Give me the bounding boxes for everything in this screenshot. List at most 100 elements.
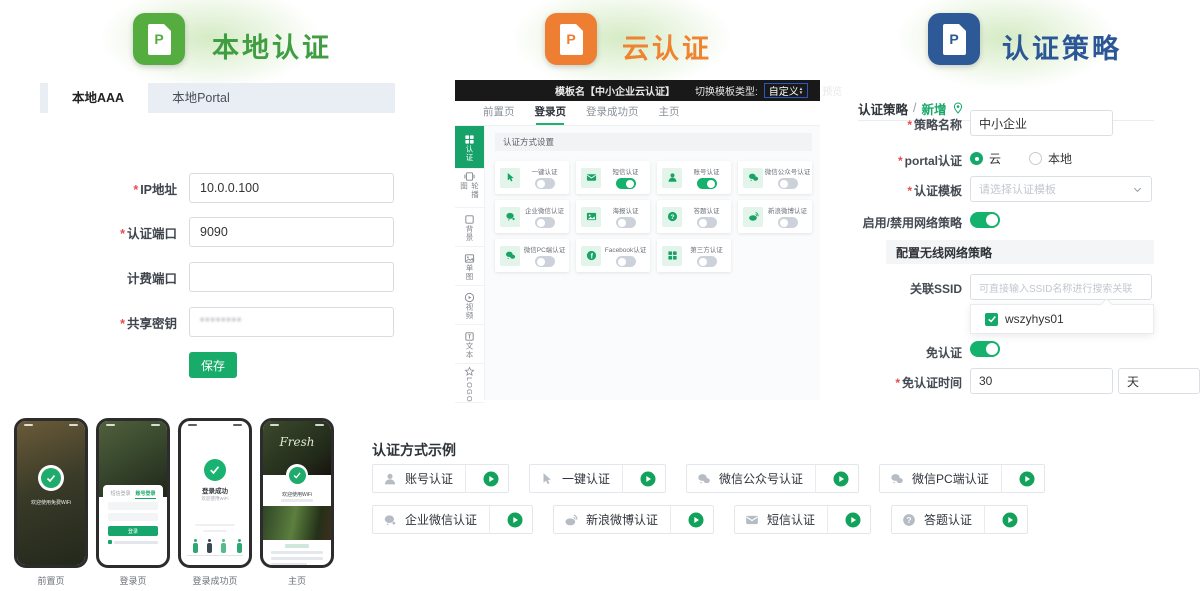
- save-button[interactable]: 保存: [189, 352, 237, 378]
- toggle-Facebook认证[interactable]: [616, 256, 636, 267]
- play-icon[interactable]: [688, 512, 704, 528]
- free-auth-toggle[interactable]: [970, 341, 1000, 357]
- imgcard-icon: [581, 207, 601, 227]
- auth-card-海报认证: 海报认证: [576, 200, 650, 233]
- question-icon: ?: [902, 513, 916, 527]
- toggle-账号认证[interactable]: [697, 178, 717, 189]
- auth-method-section-title: 认证方式设置: [495, 133, 812, 151]
- toggle-海报认证[interactable]: [616, 217, 636, 228]
- free-auth-time-input[interactable]: 30: [970, 368, 1113, 394]
- preview-button[interactable]: 预览: [822, 83, 842, 98]
- sms-icon: [581, 168, 601, 188]
- field-input-认证端口[interactable]: 9090: [189, 217, 394, 247]
- sidebar-item-label: 轮播图: [459, 182, 481, 207]
- sidebar-item-认证[interactable]: 认证: [455, 126, 484, 169]
- local-tab-本地AAA[interactable]: 本地AAA: [48, 83, 148, 113]
- sidebar-item-背景[interactable]: 背景: [455, 208, 484, 247]
- wechat-icon: [743, 168, 763, 188]
- example-button-账号认证[interactable]: 账号认证: [372, 464, 509, 493]
- examples-title: 认证方式示例: [372, 440, 456, 460]
- divider: [827, 506, 828, 534]
- sidebar-item-文本[interactable]: T文本: [455, 325, 484, 364]
- ssid-option[interactable]: wszyhys01: [1005, 312, 1064, 326]
- local-tab-本地Portal[interactable]: 本地Portal: [148, 83, 254, 113]
- example-button-微信公众号认证[interactable]: 微信公众号认证: [686, 464, 859, 493]
- field-input-计费端口[interactable]: [189, 262, 394, 292]
- example-button-微信PC端认证[interactable]: 微信PC端认证: [879, 464, 1045, 493]
- example-button-label: 答题认证: [924, 511, 972, 528]
- toggle-一键认证[interactable]: [535, 178, 555, 189]
- auth-template-select[interactable]: 请选择认证模板: [970, 176, 1152, 202]
- portal-auth-label: *portal认证: [855, 152, 962, 169]
- play-icon[interactable]: [1002, 512, 1018, 528]
- svg-text:?: ?: [907, 516, 912, 525]
- auth-card-微信公众号认证: 微信公众号认证: [738, 161, 812, 194]
- example-button-新浪微博认证[interactable]: 新浪微博认证: [553, 505, 714, 534]
- policy-name-input[interactable]: 中小企业: [970, 110, 1113, 136]
- play-icon[interactable]: [640, 471, 656, 487]
- wechat-icon: [697, 472, 711, 486]
- example-button-短信认证[interactable]: 短信认证: [734, 505, 871, 534]
- example-button-一键认证[interactable]: 一键认证: [529, 464, 666, 493]
- toggle-企业微信认证[interactable]: [535, 217, 555, 228]
- breadcrumb-root[interactable]: 认证策略: [858, 99, 908, 118]
- play-icon[interactable]: [845, 512, 861, 528]
- play-icon[interactable]: [507, 512, 523, 528]
- cloud-tab-主页[interactable]: 主页: [659, 104, 680, 122]
- cloud-tab-登录页[interactable]: 登录页: [535, 104, 567, 122]
- text-icon: T: [464, 329, 475, 340]
- wecom-icon: [500, 207, 520, 227]
- sidebar-item-单图[interactable]: 单图: [455, 247, 484, 286]
- play-icon[interactable]: [483, 471, 499, 487]
- home-date-text: [281, 499, 313, 502]
- chevron-down-icon: [1132, 184, 1143, 195]
- play-icon[interactable]: [833, 471, 849, 487]
- radio-local[interactable]: [1029, 152, 1042, 165]
- toggle-微信公众号认证[interactable]: [778, 178, 798, 189]
- field-input-IP地址[interactable]: 10.0.0.100: [189, 173, 394, 203]
- breadcrumb-current: 新增: [922, 99, 947, 118]
- question-icon: ?: [662, 207, 682, 227]
- radio-cloud[interactable]: [970, 152, 983, 165]
- toggle-新浪微博认证[interactable]: [778, 217, 798, 228]
- fresh-sign: Fresh: [263, 435, 331, 449]
- divider: [465, 465, 466, 493]
- toggle-微信PC端认证[interactable]: [535, 256, 555, 267]
- play-icon[interactable]: [1019, 471, 1035, 487]
- phone-mockup-front-page: 欢迎使用免费WiFi: [14, 418, 88, 568]
- auth-card-label: 短信认证: [613, 166, 639, 176]
- form-row-IP地址: *IP地址10.0.0.100: [40, 173, 400, 203]
- phone-status-bar: [270, 424, 324, 427]
- breadcrumb-separator: /: [913, 101, 916, 115]
- auth-card-label: 答题认证: [694, 205, 720, 215]
- free-auth-time-label: *免认证时间: [855, 374, 962, 391]
- free-auth-time-unit-select[interactable]: 天: [1118, 368, 1200, 394]
- field-label-计费端口: 计费端口: [40, 268, 189, 287]
- local-auth-icon: P: [133, 13, 185, 65]
- toggle-第三方认证[interactable]: [697, 256, 717, 267]
- home-store-photo: [263, 506, 331, 540]
- field-input-共享密钥[interactable]: ********: [189, 307, 394, 337]
- checkbox-checked-icon[interactable]: [985, 313, 998, 326]
- phone-status-bar: [106, 424, 160, 427]
- cloud-tab-前置页[interactable]: 前置页: [483, 104, 515, 122]
- auth-card-label: 新浪微博认证: [768, 205, 807, 215]
- sidebar-item-LOGO[interactable]: LOGO: [455, 364, 484, 403]
- cloud-tab-登录成功页[interactable]: 登录成功页: [586, 104, 639, 122]
- sidebar-item-视频[interactable]: 视频: [455, 286, 484, 325]
- example-button-企业微信认证[interactable]: 企业微信认证: [372, 505, 533, 534]
- template-type-select[interactable]: 自定义 ▲▼: [764, 83, 808, 98]
- enable-network-toggle[interactable]: [970, 212, 1000, 228]
- pin-icon: [952, 102, 964, 114]
- cloud-auth-icon: P: [545, 13, 597, 65]
- toggle-答题认证[interactable]: [697, 217, 717, 228]
- wechat-icon: [500, 246, 520, 266]
- example-button-答题认证[interactable]: ? 答题认证: [891, 505, 1028, 534]
- auth-card-label: 企业微信认证: [525, 205, 564, 215]
- sidebar-item-轮播图[interactable]: 轮播图: [455, 169, 484, 208]
- cloud-auth-title: 云认证: [622, 27, 712, 66]
- toggle-短信认证[interactable]: [616, 178, 636, 189]
- phone-caption: 前置页: [14, 574, 88, 587]
- login-password-field: [108, 513, 158, 521]
- ssid-search-input[interactable]: 可直接输入SSID名称进行搜索关联: [970, 274, 1152, 300]
